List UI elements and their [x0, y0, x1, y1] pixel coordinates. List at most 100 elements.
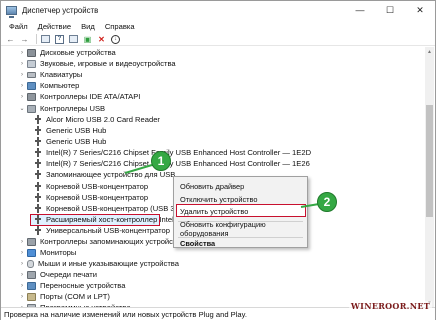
tree-item-label: Generic USB Hub [46, 137, 107, 146]
tree-item-label: Мониторы [40, 248, 77, 257]
tree-item[interactable]: › Порты (COM и LPT) [18, 291, 110, 302]
menu-bar: Файл Действие Вид Справка [1, 19, 435, 33]
menu-action[interactable]: Действие [33, 22, 76, 31]
chevron-right-icon[interactable]: › [18, 94, 26, 100]
chevron-right-icon[interactable]: › [18, 250, 26, 256]
chevron-right-icon[interactable]: › [18, 83, 26, 89]
tree-item-label: Intel(R) 7 Series/C216 Chipset Family US… [46, 148, 312, 157]
chevron-right-icon[interactable]: › [18, 283, 26, 289]
properties-icon[interactable] [40, 34, 51, 45]
chevron-right-icon[interactable]: › [18, 261, 26, 267]
scroll-thumb[interactable] [426, 105, 433, 217]
ide-icon [27, 92, 36, 101]
window-title: Диспетчер устройств [22, 5, 99, 15]
tree-item[interactable]: Универсальный USB-концентратор [32, 225, 170, 236]
forward-icon[interactable]: → [19, 34, 30, 45]
scroll-up-icon[interactable]: ▲ [425, 47, 434, 56]
maximize-button[interactable]: ☐ [375, 1, 405, 19]
tree-item[interactable]: › Переносные устройства [18, 280, 125, 291]
tree-item-label: Компьютер [40, 81, 80, 90]
tree-item-label: Универсальный USB-концентратор [46, 226, 170, 235]
tree-item-label: Alcor Micro USB 2.0 Card Reader [46, 115, 160, 124]
tree-item[interactable]: Intel(R) 7 Series/C216 Chipset Family US… [32, 147, 311, 158]
tree-item[interactable]: Запоминающее устройство для USB [32, 169, 175, 180]
computer-icon[interactable]: ▣ [82, 34, 93, 45]
scan-icon[interactable] [68, 34, 79, 45]
tree-item-label: Корневой USB-концентратор [46, 193, 149, 202]
tree-item[interactable]: Generic USB Hub [32, 125, 106, 136]
chevron-right-icon[interactable]: › [18, 239, 26, 245]
chevron-right-icon[interactable]: › [18, 294, 26, 300]
tree-item[interactable]: Корневой USB-концентратор [32, 192, 148, 203]
tree-item[interactable]: Generic USB Hub [32, 136, 106, 147]
menu-item-properties[interactable]: Свойства [174, 237, 307, 249]
usb-controller-icon [27, 104, 36, 113]
usb-icon [35, 170, 41, 179]
menu-item-scan-hardware[interactable]: Обновить конфигурацию оборудования [174, 220, 307, 238]
menu-item-uninstall-device[interactable]: Удалить устройство [174, 205, 307, 217]
back-icon[interactable]: ← [5, 34, 16, 45]
usb-icon [35, 226, 41, 235]
tree-item-label: Контроллеры USB [40, 104, 106, 113]
storage-icon [27, 237, 36, 246]
context-menu: Обновить драйвер Отключить устройство Уд… [173, 176, 308, 248]
port-icon [27, 292, 36, 301]
tree-item[interactable]: ⌄ Контроллеры USB [18, 103, 105, 114]
step-2-badge: 2 [317, 192, 337, 212]
tree-item[interactable]: › Дисковые устройства [18, 47, 116, 58]
chevron-right-icon[interactable]: › [18, 50, 26, 56]
monitor-icon [27, 248, 36, 257]
tree-item-label: Generic USB Hub [46, 126, 107, 135]
tree-item[interactable]: Корневой USB-концентратор [32, 181, 148, 192]
tree-item[interactable]: › Клавиатуры [18, 69, 82, 80]
usb-icon [35, 115, 41, 124]
tree-item-label: Дисковые устройства [40, 48, 116, 57]
usb-icon [35, 137, 41, 146]
queue-icon [27, 270, 36, 279]
tree-item[interactable]: › Мыши и иные указывающие устройства [18, 258, 179, 269]
tree-item[interactable]: › Контроллеры запоминающих устройств [18, 236, 180, 247]
window-controls: — ☐ ✕ [345, 1, 435, 19]
disk-icon [27, 48, 36, 57]
sound-icon [27, 59, 36, 68]
usb-icon [35, 126, 41, 135]
help-icon[interactable]: ? [54, 34, 65, 45]
usb-icon [35, 215, 41, 224]
update-driver-icon[interactable]: ↓ [110, 34, 121, 45]
menu-file[interactable]: Файл [4, 22, 33, 31]
menu-item-disable-device[interactable]: Отключить устройство [174, 193, 307, 205]
device-manager-icon [6, 5, 17, 18]
device-manager-window: Диспетчер устройств — ☐ ✕ Файл Действие … [0, 0, 436, 320]
menu-view[interactable]: Вид [76, 22, 100, 31]
chevron-right-icon[interactable]: › [18, 61, 26, 67]
tree-item[interactable]: › Компьютер [18, 80, 79, 91]
tree-item-label: Контроллеры запоминающих устройств [40, 237, 181, 246]
minimize-button[interactable]: — [345, 1, 375, 19]
usb-icon [35, 148, 41, 157]
portable-icon [27, 281, 36, 290]
tree-item-label: Корневой USB-концентратор [46, 182, 149, 191]
tree-item[interactable]: Alcor Micro USB 2.0 Card Reader [32, 114, 160, 125]
computer-icon [27, 81, 36, 90]
tree-item[interactable]: › Контроллеры IDE ATA/ATAPI [18, 91, 140, 102]
mouse-icon [27, 259, 34, 268]
close-button[interactable]: ✕ [405, 1, 435, 19]
chevron-right-icon[interactable]: › [18, 72, 26, 78]
usb-icon [35, 159, 41, 168]
title-bar: Диспетчер устройств — ☐ ✕ [1, 1, 435, 19]
remove-device-icon[interactable]: ✕ [96, 34, 107, 45]
tree-item-label: Intel(R) 7 Series/C216 Chipset Family US… [46, 159, 310, 168]
menu-item-update-driver[interactable]: Обновить драйвер [174, 180, 307, 192]
chevron-right-icon[interactable]: › [18, 272, 26, 278]
tree-item[interactable]: Корневой USB-концентратор (USB 3.0) [32, 203, 184, 214]
tree-item[interactable]: › Мониторы [18, 247, 76, 258]
tree-item[interactable]: › Очереди печати [18, 269, 97, 280]
tree-item[interactable]: › Звуковые, игровые и видеоустройства [18, 58, 176, 69]
menu-help[interactable]: Справка [100, 22, 140, 31]
vertical-scrollbar[interactable]: ▲ ▼ [425, 47, 434, 307]
usb-icon [35, 204, 41, 213]
tree-item-label: Корневой USB-концентратор (USB 3.0) [46, 204, 184, 213]
toolbar-separator [36, 34, 37, 44]
tree-item-label: Клавиатуры [40, 70, 83, 79]
chevron-down-icon[interactable]: ⌄ [18, 105, 26, 112]
